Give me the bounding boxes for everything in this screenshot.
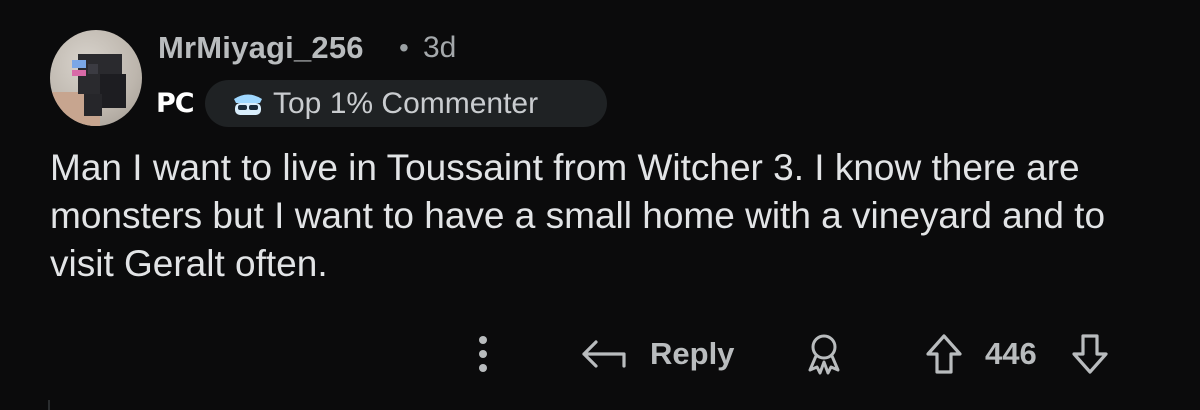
- reply-button[interactable]: Reply: [580, 330, 734, 378]
- avatar[interactable]: [50, 30, 142, 126]
- user-flair: PC: [156, 88, 195, 119]
- vote-score: 446: [985, 336, 1037, 371]
- avatar-image: [50, 54, 126, 126]
- top-commenter-badge[interactable]: Top 1% Commenter: [205, 80, 607, 127]
- comment-timestamp: 3d: [423, 31, 457, 64]
- award-button[interactable]: [802, 330, 846, 378]
- thread-line: [48, 400, 50, 410]
- downvote-button[interactable]: [1068, 330, 1112, 378]
- reply-label: Reply: [650, 336, 735, 371]
- downvote-arrow-icon: [1072, 334, 1108, 374]
- comment: MrMiyagi_256 • 3d PC Top 1% Commenter Ma…: [0, 0, 1200, 410]
- upvote-button[interactable]: [922, 330, 966, 378]
- top-commenter-icon: [234, 94, 262, 115]
- more-vertical-icon: [479, 336, 487, 372]
- comment-body: Man I want to live in Toussaint from Wit…: [50, 147, 1106, 284]
- more-options-button[interactable]: [470, 330, 496, 378]
- upvote-arrow-icon: [926, 334, 962, 374]
- badge-label: Top 1% Commenter: [273, 86, 539, 120]
- award-icon: [808, 334, 840, 375]
- meta-separator: •: [399, 32, 409, 63]
- reply-arrow-icon: [582, 340, 626, 368]
- author-username[interactable]: MrMiyagi_256: [158, 30, 364, 66]
